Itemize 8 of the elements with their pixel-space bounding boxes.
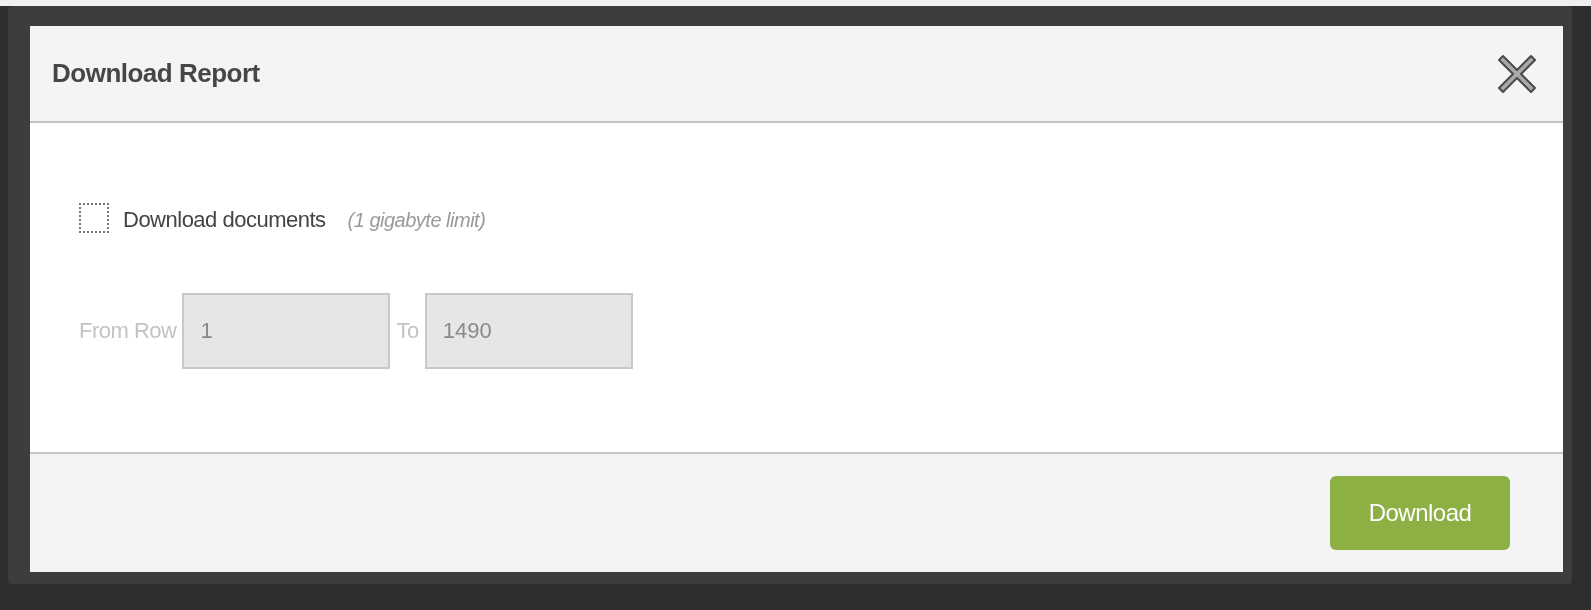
dialog-title: Download Report	[52, 58, 260, 89]
download-button[interactable]: Download	[1330, 476, 1510, 550]
checkbox-label: Download documents	[123, 207, 326, 233]
close-icon[interactable]	[1497, 53, 1537, 94]
checkbox[interactable]	[79, 203, 109, 233]
limit-note: (1 gigabyte limit)	[347, 208, 486, 232]
to-label: To	[396, 318, 419, 344]
from-row-label: From Row	[79, 318, 177, 344]
